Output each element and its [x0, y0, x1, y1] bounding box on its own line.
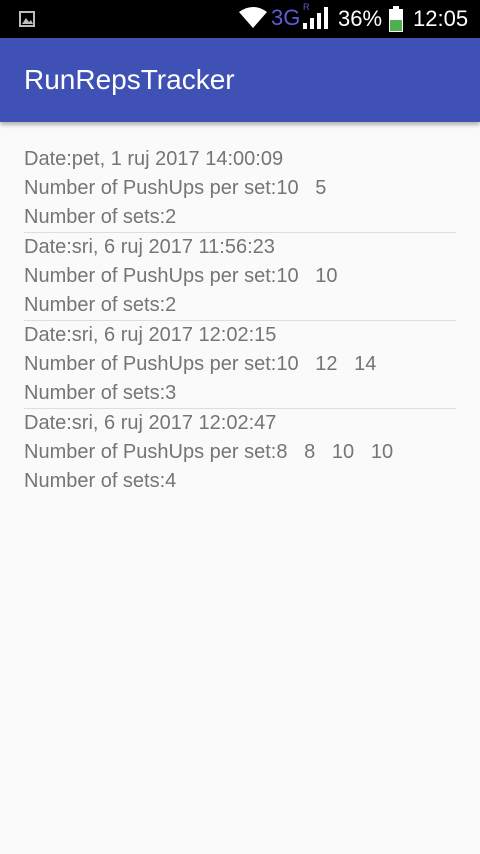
workout-list: Date:pet, 1 ruj 2017 14:00:09 Number of … [24, 145, 456, 496]
app-title: RunRepsTracker [24, 64, 235, 95]
entry-sets: Number of sets:3 [24, 382, 177, 404]
entry-pushups: Number of PushUps per set:10 12 14 [24, 353, 377, 375]
network-type-label: 3G [271, 5, 301, 30]
entry-pushups: Number of PushUps per set:8 8 10 10 [24, 441, 394, 463]
entry-sets: Number of sets:2 [24, 206, 177, 228]
gallery-icon [19, 11, 35, 27]
entry-date: Date:pet, 1 ruj 2017 14:00:09 [24, 148, 284, 170]
signal-icon [303, 7, 328, 29]
battery-percent: 36% [338, 6, 383, 31]
list-item[interactable]: Date:sri, 6 ruj 2017 11:56:23 Number of … [24, 233, 456, 321]
battery-icon [389, 6, 403, 32]
entry-date: Date:sri, 6 ruj 2017 12:02:47 [24, 412, 277, 434]
entry-date: Date:sri, 6 ruj 2017 12:02:15 [24, 324, 277, 346]
list-item[interactable]: Date:sri, 6 ruj 2017 12:02:47 Number of … [24, 409, 456, 496]
entry-date: Date:sri, 6 ruj 2017 11:56:23 [24, 236, 275, 258]
entry-sets: Number of sets:4 [24, 470, 177, 492]
clock: 12:05 [413, 6, 469, 31]
status-bar: 3G R 36% 12:05 [0, 0, 480, 38]
list-item[interactable]: Date:sri, 6 ruj 2017 12:02:15 Number of … [24, 321, 456, 409]
list-item[interactable]: Date:pet, 1 ruj 2017 14:00:09 Number of … [24, 145, 456, 233]
wifi-icon [239, 7, 267, 28]
entry-sets: Number of sets:2 [24, 294, 177, 316]
entry-pushups: Number of PushUps per set:10 10 [24, 265, 338, 287]
entry-pushups: Number of PushUps per set:10 5 [24, 177, 327, 199]
app-bar: RunRepsTracker [0, 38, 480, 122]
